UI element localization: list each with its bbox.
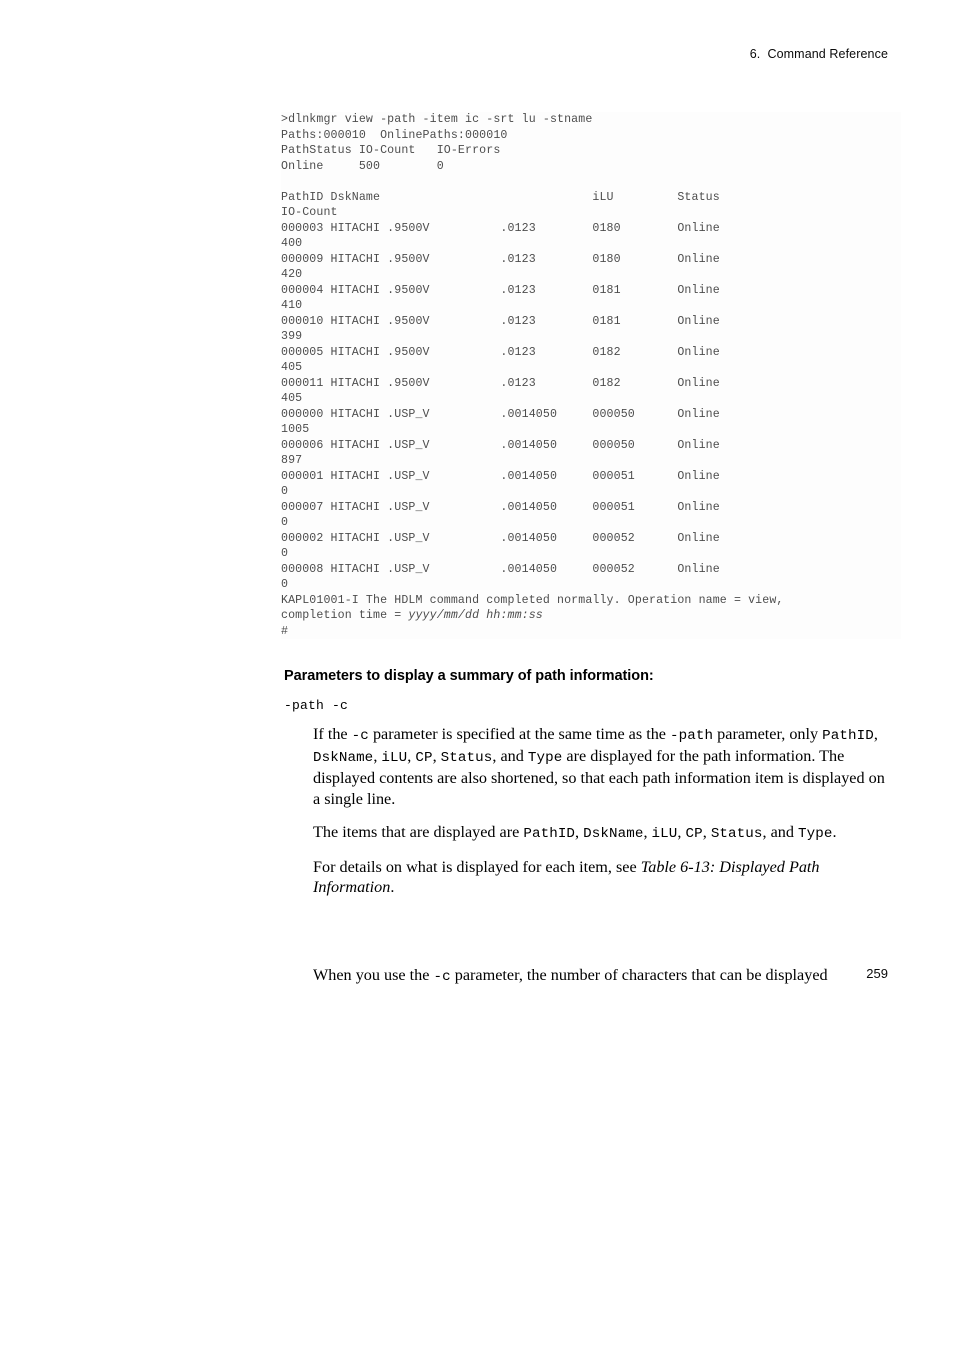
code-ilu: iLU bbox=[651, 825, 678, 842]
code-status: Status bbox=[440, 750, 493, 767]
text-fragment: , bbox=[643, 822, 652, 841]
console-completion-line1: KAPL01001-I The HDLM command completed n… bbox=[281, 593, 784, 607]
main-content: Parameters to display a summary of path … bbox=[284, 668, 890, 988]
text-fragment: parameter, only bbox=[713, 725, 823, 743]
paragraph-displayed-items: The items that are displayed are PathID,… bbox=[313, 822, 890, 844]
code-pathid: PathID bbox=[822, 728, 874, 744]
code-type: Type bbox=[527, 750, 563, 767]
text-fragment: . bbox=[390, 878, 395, 897]
code-c-option: -c bbox=[351, 728, 369, 744]
code-ilu: iLU bbox=[381, 750, 408, 767]
code-dskname: DskName bbox=[583, 825, 644, 842]
section-heading: Parameters to display a summary of path … bbox=[284, 668, 654, 684]
text-fragment: parameter is specified at the same time … bbox=[368, 725, 671, 743]
code-dskname: DskName bbox=[313, 750, 374, 767]
console-completion-timestamp: yyyy/mm/dd hh:mm:ss bbox=[408, 609, 543, 622]
text-fragment: , bbox=[432, 747, 441, 766]
code-path-option: -path bbox=[670, 728, 714, 744]
text-fragment: , and bbox=[762, 822, 799, 841]
console-output-block: >dlnkmgr view -path -item ic -srt lu -st… bbox=[281, 112, 901, 639]
code-type: Type bbox=[798, 825, 833, 842]
console-completion-line2-prefix: completion time = bbox=[281, 609, 409, 622]
text-fragment: , bbox=[873, 725, 878, 743]
code-cp: CP bbox=[415, 750, 433, 767]
parameter-syntax: -path -c bbox=[284, 698, 349, 713]
text-fragment: , bbox=[702, 822, 711, 841]
document-page: 6. Command Reference >dlnkmgr view -path… bbox=[0, 0, 954, 1351]
code-pathid: PathID bbox=[523, 825, 576, 842]
running-header-chapter: 6. Command Reference bbox=[749, 47, 888, 61]
text-fragment: , and bbox=[492, 747, 528, 766]
paragraph-table-crossreference: For details on what is displayed for eac… bbox=[313, 857, 890, 897]
code-cp: CP bbox=[685, 825, 703, 842]
text-fragment: . bbox=[832, 822, 837, 841]
console-lines-text: >dlnkmgr view -path -item ic -srt lu -st… bbox=[281, 113, 720, 591]
text-fragment: , bbox=[575, 822, 584, 841]
text-fragment: If the bbox=[313, 725, 352, 743]
console-output-lines: >dlnkmgr view -path -item ic -srt lu -st… bbox=[281, 112, 901, 639]
page-number: 259 bbox=[866, 966, 888, 981]
code-status: Status bbox=[710, 825, 763, 842]
paragraph-path-c-description: If the -c parameter is specified at the … bbox=[313, 724, 890, 809]
parameter-description: If the -c parameter is specified at the … bbox=[313, 724, 890, 988]
console-prompt: # bbox=[281, 624, 289, 638]
text-fragment: The items that are displayed are bbox=[313, 822, 524, 841]
text-fragment: For details on what is displayed for eac… bbox=[313, 858, 641, 877]
